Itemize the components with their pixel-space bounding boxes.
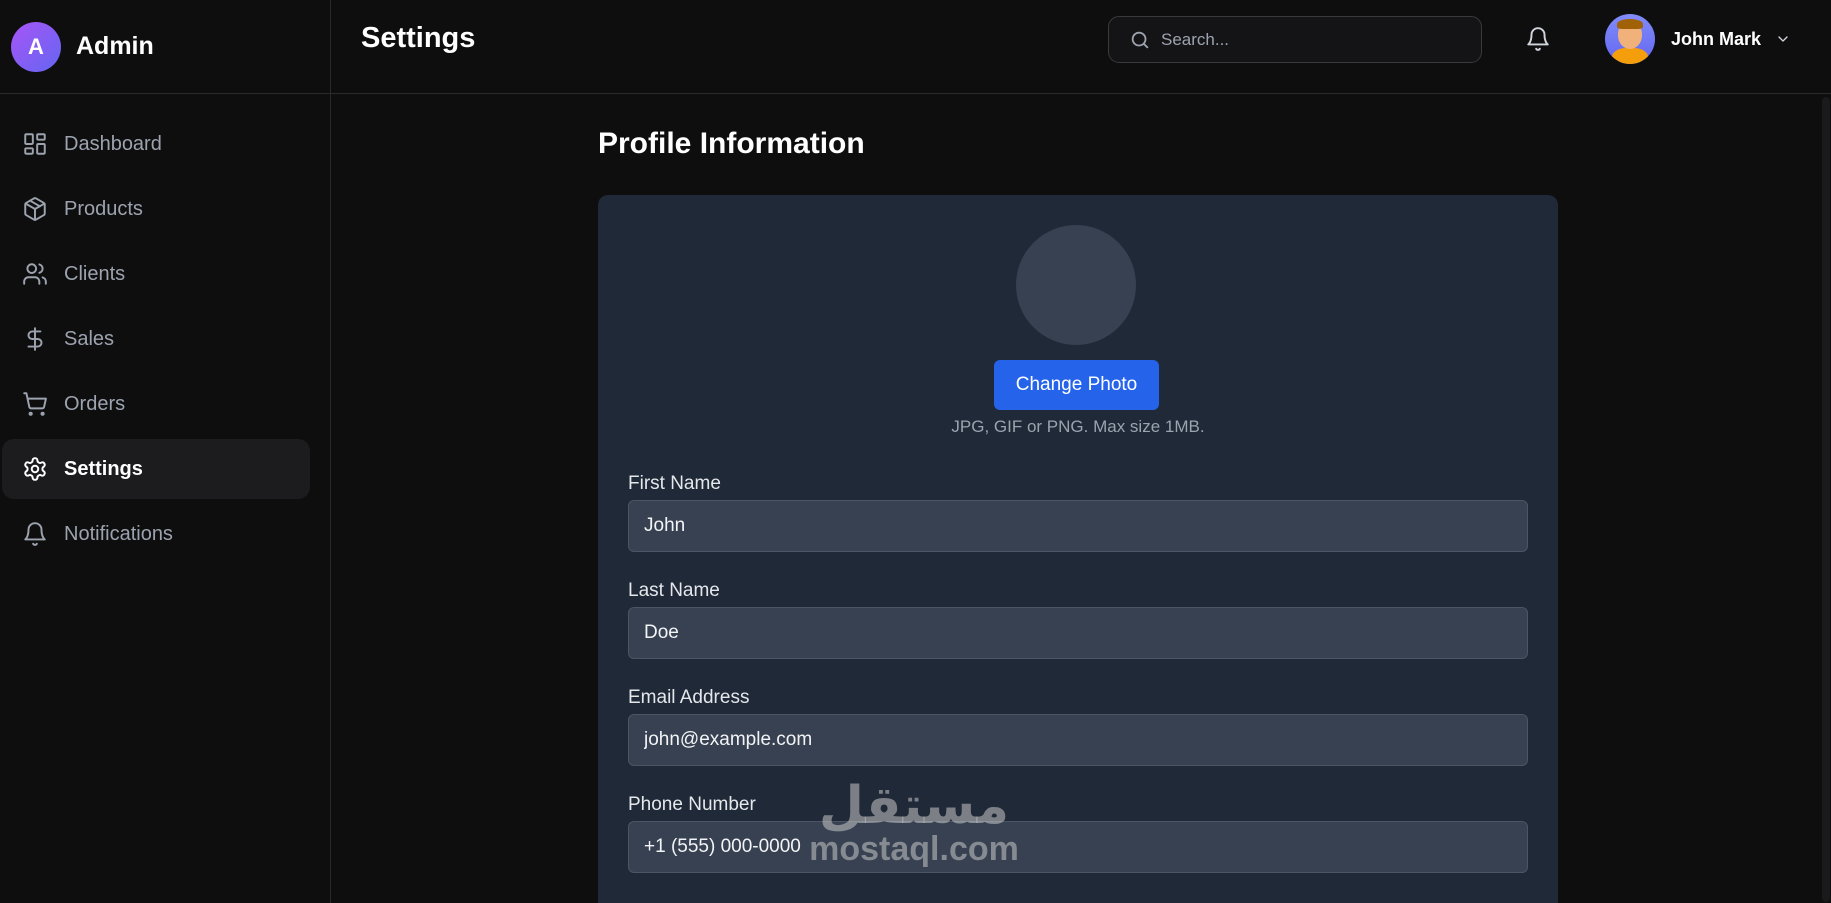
sidebar-item-clients[interactable]: Clients xyxy=(2,244,310,304)
first-name-label: First Name xyxy=(628,473,721,494)
phone-label: Phone Number xyxy=(628,794,756,815)
first-name-field[interactable] xyxy=(628,500,1528,552)
sidebar-item-label: Sales xyxy=(64,327,115,350)
profile-card: Change Photo JPG, GIF or PNG. Max size 1… xyxy=(598,195,1558,903)
sidebar-item-orders[interactable]: Orders xyxy=(2,374,310,434)
top-bar: Settings John Mark xyxy=(331,0,1831,94)
user-menu[interactable]: John Mark xyxy=(1605,14,1791,64)
box-icon xyxy=(24,197,46,221)
sidebar-item-label: Clients xyxy=(64,262,126,285)
sidebar-item-label: Dashboard xyxy=(64,132,162,155)
last-name-field[interactable] xyxy=(628,607,1528,659)
sidebar-item-settings[interactable]: Settings xyxy=(2,439,310,499)
sidebar-item-label: Products xyxy=(64,197,143,220)
last-name-label: Last Name xyxy=(628,580,720,601)
search-input[interactable] xyxy=(1161,29,1451,50)
gear-icon xyxy=(24,457,46,481)
search-box[interactable] xyxy=(1108,16,1482,63)
cart-icon xyxy=(23,392,47,416)
change-photo-button[interactable]: Change Photo xyxy=(994,360,1159,410)
chevron-down-icon xyxy=(1778,36,1788,42)
section-title: Profile Information xyxy=(598,127,865,160)
dollar-icon xyxy=(27,327,43,351)
users-icon xyxy=(23,263,47,285)
sidebar-item-label: Orders xyxy=(64,392,126,415)
scrollbar-thumb[interactable] xyxy=(1822,97,1830,902)
page-title: Settings xyxy=(361,22,476,54)
bell-icon xyxy=(1527,27,1549,51)
phone-field[interactable] xyxy=(628,821,1528,873)
sidebar-item-dashboard[interactable]: Dashboard xyxy=(2,114,310,174)
user-name: John Mark xyxy=(1671,28,1762,49)
sidebar-item-label: Settings xyxy=(64,457,143,480)
email-label: Email Address xyxy=(628,687,750,708)
sidebar-item-products[interactable]: Products xyxy=(2,179,310,239)
brand-logo: A xyxy=(11,21,61,72)
sidebar-item-notifications[interactable]: Notifications xyxy=(2,504,310,564)
avatar xyxy=(1605,14,1655,64)
brand-name: Admin xyxy=(76,32,154,60)
photo-hint: JPG, GIF or PNG. Max size 1MB. xyxy=(951,417,1205,436)
scrollbar[interactable] xyxy=(1821,95,1831,903)
main-content: Profile Information Change Photo JPG, GI… xyxy=(332,95,1831,903)
email-field[interactable] xyxy=(628,714,1528,766)
sidebar-nav: Dashboard Products Clients Sales Orders … xyxy=(0,94,330,564)
search-icon xyxy=(1131,31,1149,48)
sidebar-item-sales[interactable]: Sales xyxy=(2,309,310,369)
dashboard-icon xyxy=(24,133,46,155)
sidebar: A Admin Dashboard Products Clients Sales… xyxy=(0,0,331,903)
brand: A Admin xyxy=(0,0,330,94)
profile-photo xyxy=(1016,225,1136,345)
sidebar-item-label: Notifications xyxy=(64,522,173,545)
bell-icon xyxy=(24,522,46,546)
notifications-button[interactable] xyxy=(1523,24,1553,54)
